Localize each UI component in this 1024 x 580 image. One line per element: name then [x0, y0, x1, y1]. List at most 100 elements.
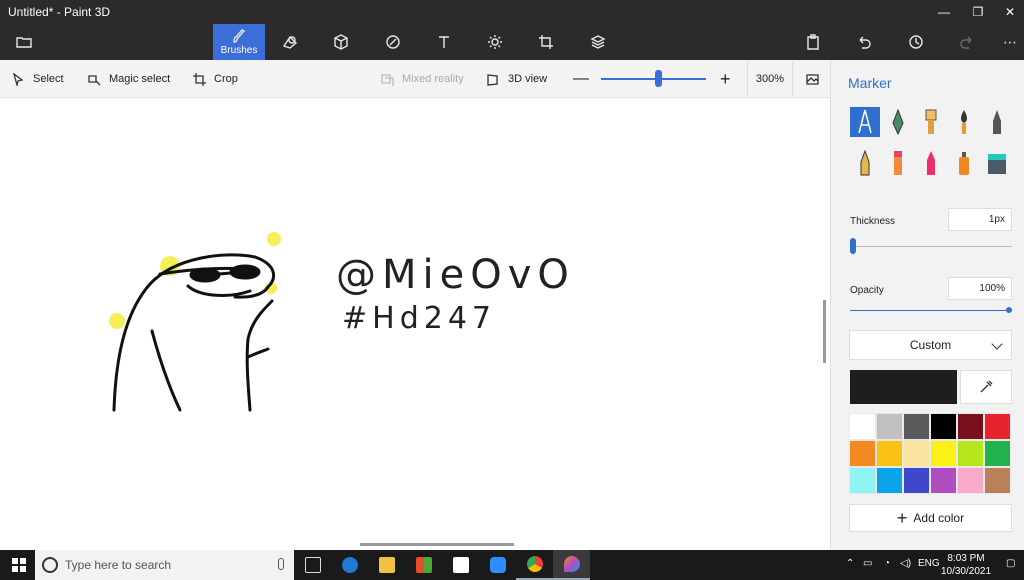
- canvas-icon[interactable]: [528, 24, 564, 60]
- select-button[interactable]: Select: [12, 60, 64, 98]
- pencil-crayon-brush[interactable]: [883, 148, 913, 178]
- color-swatch[interactable]: [930, 413, 957, 440]
- microphone-icon[interactable]: [278, 558, 284, 570]
- text-icon[interactable]: [426, 24, 462, 60]
- color-swatch[interactable]: [876, 467, 903, 494]
- taskbar-search[interactable]: Type here to search: [35, 550, 294, 580]
- paint3d-icon[interactable]: [553, 550, 590, 580]
- crop-label: Crop: [214, 73, 238, 85]
- watercolor-brush[interactable]: [949, 107, 979, 137]
- effects-icon[interactable]: [477, 24, 513, 60]
- color-swatch[interactable]: [876, 440, 903, 467]
- zoom-slider-track[interactable]: [601, 78, 706, 80]
- oil-brush[interactable]: [916, 107, 946, 137]
- magic-select-button[interactable]: Magic select: [88, 60, 170, 98]
- color-swatch[interactable]: [957, 413, 984, 440]
- brush-icon: [233, 29, 246, 43]
- color-mode-dropdown[interactable]: Custom: [849, 330, 1012, 360]
- marker-icon: [858, 109, 872, 134]
- calligraphy-pen-brush[interactable]: [883, 107, 913, 137]
- opacity-slider-thumb[interactable]: [1006, 307, 1012, 313]
- store-icon[interactable]: [405, 550, 442, 580]
- title-bar: Untitled* - Paint 3D — ❐ ✕: [0, 0, 1024, 24]
- color-swatch[interactable]: [903, 413, 930, 440]
- eyedropper-button[interactable]: [960, 370, 1012, 404]
- mixed-reality-button[interactable]: Mixed reality: [381, 60, 464, 98]
- file-explorer-icon[interactable]: [368, 550, 405, 580]
- thickness-slider-track[interactable]: [850, 246, 1012, 247]
- edge-icon[interactable]: [331, 550, 368, 580]
- thickness-slider-thumb[interactable]: [850, 238, 856, 254]
- clock-date: 10/30/2021: [940, 566, 992, 577]
- pencil-brush[interactable]: [982, 107, 1012, 137]
- zoom-level[interactable]: 300%: [747, 62, 793, 96]
- fill-brush[interactable]: [982, 148, 1012, 178]
- color-swatch[interactable]: [849, 440, 876, 467]
- network-icon[interactable]: ▭: [863, 558, 872, 569]
- panel-title: Marker: [848, 75, 892, 91]
- pixel-pen-brush[interactable]: [850, 148, 880, 178]
- 3d-view-button[interactable]: 3D view: [487, 60, 547, 98]
- mixed-reality-label: Mixed reality: [402, 73, 464, 85]
- chevron-down-icon: [991, 338, 1003, 350]
- zoom-slider-thumb[interactable]: [655, 70, 662, 87]
- task-view-icon[interactable]: [294, 550, 331, 580]
- mail-icon[interactable]: [442, 550, 479, 580]
- spray-can-brush[interactable]: [949, 148, 979, 178]
- zoom-out-button[interactable]: —: [573, 60, 589, 98]
- marker-brush[interactable]: [850, 107, 880, 137]
- handwriting-line-1: @MieOvO: [336, 252, 575, 298]
- color-swatch[interactable]: [957, 440, 984, 467]
- color-swatch[interactable]: [903, 440, 930, 467]
- color-swatch[interactable]: [849, 413, 876, 440]
- clock[interactable]: 8:03 PM 10/30/2021: [936, 552, 996, 578]
- 2d-shapes-icon[interactable]: [272, 24, 308, 60]
- zoom-in-button[interactable]: +: [720, 60, 731, 98]
- color-swatch[interactable]: [984, 467, 1011, 494]
- current-color-preview[interactable]: [850, 370, 957, 404]
- image-view-button[interactable]: [806, 60, 827, 98]
- wifi-icon[interactable]: ◔: [884, 558, 890, 569]
- menu-icon[interactable]: [6, 24, 42, 60]
- pencil-crayon-icon: [894, 151, 902, 175]
- stickers-icon[interactable]: [375, 24, 411, 60]
- chrome-icon[interactable]: [516, 550, 553, 580]
- handwriting-line-2: #Hd247: [342, 301, 496, 336]
- horizontal-scrollbar[interactable]: [360, 543, 514, 546]
- volume-icon[interactable]: ◁): [900, 558, 911, 569]
- chevron-up-icon[interactable]: ⌃: [846, 558, 854, 569]
- color-swatch[interactable]: [930, 467, 957, 494]
- color-swatch[interactable]: [984, 440, 1011, 467]
- color-swatch[interactable]: [984, 413, 1011, 440]
- color-swatch[interactable]: [903, 467, 930, 494]
- notifications-icon[interactable]: ▢: [1006, 558, 1015, 569]
- more-icon[interactable]: ⋯: [992, 24, 1024, 60]
- history-icon[interactable]: [898, 24, 934, 60]
- add-color-button[interactable]: + Add color: [849, 504, 1012, 532]
- 3d-shapes-icon[interactable]: [323, 24, 359, 60]
- drawing-canvas[interactable]: @MieOvO #Hd247: [0, 99, 830, 549]
- zoom-app-icon[interactable]: [479, 550, 516, 580]
- restore-button[interactable]: ❐: [960, 0, 996, 24]
- crop-button[interactable]: Crop: [193, 60, 238, 98]
- crayon-brush[interactable]: [916, 148, 946, 178]
- color-swatch[interactable]: [930, 440, 957, 467]
- paste-icon[interactable]: [795, 24, 831, 60]
- thickness-input[interactable]: 1px: [948, 208, 1012, 231]
- opacity-input[interactable]: 100%: [948, 277, 1012, 300]
- opacity-slider-track[interactable]: [850, 310, 1012, 311]
- brushes-button[interactable]: Brushes: [213, 24, 265, 60]
- color-swatch[interactable]: [876, 413, 903, 440]
- start-button[interactable]: [0, 550, 37, 580]
- 3d-library-icon[interactable]: [580, 24, 616, 60]
- magic-select-label: Magic select: [109, 73, 171, 85]
- undo-icon[interactable]: [846, 24, 882, 60]
- close-button[interactable]: ✕: [992, 0, 1024, 24]
- color-swatch[interactable]: [957, 467, 984, 494]
- vertical-scrollbar[interactable]: [823, 300, 826, 363]
- windows-icon: [11, 558, 26, 572]
- window-title: Untitled* - Paint 3D: [8, 5, 111, 19]
- color-swatch[interactable]: [849, 467, 876, 494]
- minimize-button[interactable]: —: [926, 0, 962, 24]
- redo-icon[interactable]: [949, 24, 985, 60]
